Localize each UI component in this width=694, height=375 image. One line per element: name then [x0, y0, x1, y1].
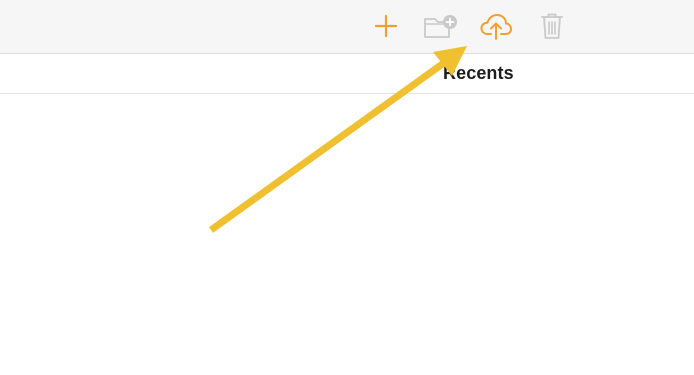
add-button[interactable]: [368, 8, 404, 44]
cloud-upload-icon: [480, 14, 512, 40]
toolbar: [0, 0, 694, 54]
upload-button[interactable]: [478, 8, 514, 44]
page-title: Recents: [443, 63, 514, 83]
trash-icon: [541, 13, 563, 39]
plus-icon: [374, 14, 398, 38]
folder-plus-icon: [424, 15, 457, 38]
title-bar: Recents: [0, 54, 694, 94]
delete-button[interactable]: [534, 8, 570, 44]
file-list-area: [0, 94, 694, 375]
new-folder-button[interactable]: [423, 8, 459, 44]
